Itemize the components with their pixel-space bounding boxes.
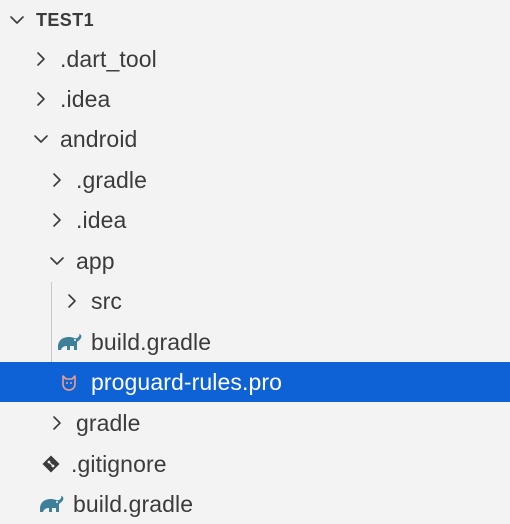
tree-item-dart-tool[interactable]: .dart_tool: [0, 39, 510, 79]
tree-item-idea-android[interactable]: .idea: [0, 200, 510, 240]
tree-item-label: gradle: [76, 409, 141, 436]
tree-item-root-build-gradle[interactable]: build.gradle: [0, 484, 510, 524]
chevron-right-icon: [63, 292, 81, 310]
chevron-right-icon: [32, 50, 50, 68]
tree-item-proguard-rules[interactable]: proguard-rules.pro: [0, 362, 510, 402]
tree-item-android[interactable]: android: [0, 119, 510, 159]
tree-item-label: .idea: [76, 206, 127, 233]
proguard-icon: [55, 368, 83, 396]
tree-item-idea-root[interactable]: .idea: [0, 79, 510, 119]
gradle-elephant-icon: [37, 490, 65, 518]
tree-item-label: src: [91, 287, 122, 314]
tree-item-src[interactable]: src: [0, 281, 510, 321]
tree-item-label: .dart_tool: [60, 45, 157, 72]
tree-item-gradle-hidden[interactable]: .gradle: [0, 160, 510, 200]
chevron-down-icon: [48, 252, 66, 270]
tree-item-label: app: [76, 247, 115, 274]
chevron-right-icon: [32, 90, 50, 108]
chevron-right-icon: [48, 171, 66, 189]
file-explorer: TEST1 .dart_tool .idea android .gradle .…: [0, 0, 510, 522]
section-title: TEST1: [36, 9, 95, 30]
chevron-right-icon: [48, 414, 66, 432]
chevron-right-icon: [48, 211, 66, 229]
tree-item-gitignore[interactable]: .gitignore: [0, 444, 510, 484]
tree-item-label: .idea: [60, 85, 111, 112]
tree-item-label: .gradle: [76, 166, 148, 193]
tree-item-label: build.gradle: [91, 328, 212, 355]
tree-item-gradle-folder[interactable]: gradle: [0, 403, 510, 443]
tree-item-app[interactable]: app: [0, 241, 510, 281]
chevron-down-icon: [32, 130, 50, 148]
tree-item-label: .gitignore: [71, 450, 167, 477]
tree-item-label: android: [60, 125, 138, 152]
chevron-down-icon[interactable]: [8, 11, 26, 29]
tree-item-label: proguard-rules.pro: [91, 368, 283, 395]
git-icon: [37, 450, 65, 478]
explorer-section-header[interactable]: TEST1: [0, 0, 510, 40]
tree-item-label: build.gradle: [73, 490, 194, 517]
tree-item-app-build-gradle[interactable]: build.gradle: [0, 322, 510, 362]
gradle-elephant-icon: [55, 328, 83, 356]
